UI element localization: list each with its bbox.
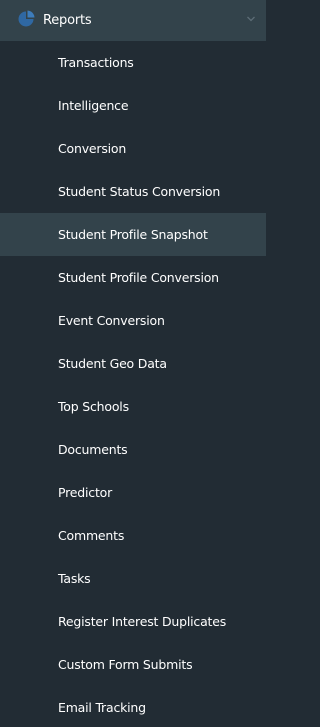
sidebar: Reports Transactions Intelligence Conver… [0,0,266,727]
menu-item-custom-form-submits[interactable]: Custom Form Submits [0,643,266,686]
menu-item-register-interest-duplicates[interactable]: Register Interest Duplicates [0,600,266,643]
menu-item-label: Student Status Conversion [58,184,221,199]
menu-item-tasks[interactable]: Tasks [0,557,266,600]
menu-item-label: Tasks [58,571,91,586]
menu-item-label: Student Profile Snapshot [58,227,208,242]
menu-item-email-tracking[interactable]: Email Tracking [0,686,266,727]
menu-item-student-status-conversion[interactable]: Student Status Conversion [0,170,266,213]
menu-item-label: Conversion [58,141,127,156]
chevron-down-icon[interactable] [246,14,256,24]
reports-section-header[interactable]: Reports [0,0,266,41]
section-label: Reports [43,13,92,28]
menu-item-intelligence[interactable]: Intelligence [0,84,266,127]
reports-submenu: Transactions Intelligence Conversion Stu… [0,41,266,727]
menu-item-label: Register Interest Duplicates [58,614,227,629]
menu-item-predictor[interactable]: Predictor [0,471,266,514]
menu-item-documents[interactable]: Documents [0,428,266,471]
menu-item-transactions[interactable]: Transactions [0,41,266,84]
menu-item-label: Documents [58,442,128,457]
menu-item-label: Student Geo Data [58,356,167,371]
menu-item-student-profile-snapshot[interactable]: Student Profile Snapshot [0,213,266,256]
menu-item-label: Top Schools [58,399,129,414]
menu-item-event-conversion[interactable]: Event Conversion [0,299,266,342]
menu-item-conversion[interactable]: Conversion [0,127,266,170]
menu-item-label: Custom Form Submits [58,657,193,672]
menu-item-label: Transactions [58,55,134,70]
menu-item-label: Event Conversion [58,313,165,328]
menu-item-label: Predictor [58,485,113,500]
menu-item-label: Email Tracking [58,700,146,715]
menu-item-label: Comments [58,528,125,543]
reports-icon [18,10,35,27]
menu-item-label: Student Profile Conversion [58,270,219,285]
menu-item-top-schools[interactable]: Top Schools [0,385,266,428]
menu-item-label: Intelligence [58,98,129,113]
menu-item-student-profile-conversion[interactable]: Student Profile Conversion [0,256,266,299]
menu-item-student-geo-data[interactable]: Student Geo Data [0,342,266,385]
menu-item-comments[interactable]: Comments [0,514,266,557]
